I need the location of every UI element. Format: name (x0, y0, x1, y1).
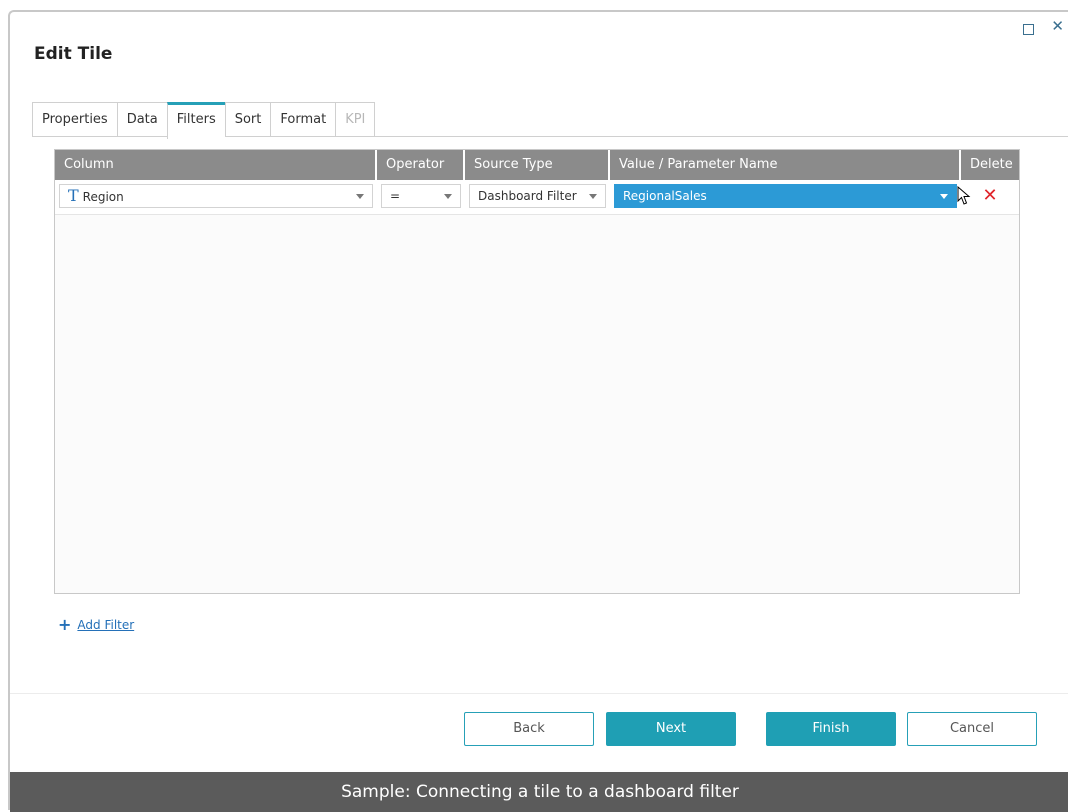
filters-grid: Column Operator Source Type Value / Para… (54, 149, 1020, 594)
close-icon[interactable]: ✕ (1051, 17, 1064, 35)
header-column: Column (55, 150, 377, 180)
tab-kpi: KPI (335, 102, 376, 136)
tab-format[interactable]: Format (270, 102, 336, 136)
delete-icon[interactable]: ✕ (965, 184, 1015, 208)
add-filter-label: Add Filter (77, 617, 135, 632)
operator-value: = (390, 189, 401, 203)
tab-bar: Properties Data Filters Sort Format KPI (32, 102, 376, 139)
dialog-title: Edit Tile (34, 44, 113, 64)
maximize-icon[interactable] (1023, 24, 1034, 35)
table-row: T Region = Dashboard Filter RegionalSales (55, 180, 1019, 215)
chevron-down-icon (356, 194, 364, 199)
value-dropdown[interactable]: RegionalSales (614, 184, 957, 208)
caption-banner: Sample: Connecting a tile to a dashboard… (10, 772, 1068, 812)
header-source-type: Source Type (465, 150, 610, 180)
footer-divider (10, 693, 1068, 694)
grid-header: Column Operator Source Type Value / Para… (55, 150, 1019, 180)
operator-dropdown[interactable]: = (381, 184, 461, 208)
add-filter-link[interactable]: + Add Filter (58, 615, 134, 634)
tab-data[interactable]: Data (116, 102, 167, 136)
chevron-down-icon (940, 194, 948, 199)
back-button[interactable]: Back (464, 712, 594, 746)
text-type-icon: T (68, 186, 79, 205)
chevron-down-icon (589, 194, 597, 199)
tab-properties[interactable]: Properties (32, 102, 117, 136)
tab-filters[interactable]: Filters (166, 102, 225, 139)
column-value: Region (82, 190, 124, 204)
chevron-down-icon (444, 194, 452, 199)
tab-sort[interactable]: Sort (224, 102, 271, 136)
source-type-value: Dashboard Filter (478, 189, 577, 203)
cancel-button[interactable]: Cancel (907, 712, 1037, 746)
edit-tile-dialog: ✕ Edit Tile Properties Data Filters Sort… (8, 10, 1068, 812)
column-dropdown[interactable]: T Region (59, 184, 373, 208)
header-value: Value / Parameter Name (610, 150, 961, 180)
header-delete: Delete (970, 157, 1013, 172)
plus-icon: + (58, 615, 72, 634)
finish-button[interactable]: Finish (766, 712, 896, 746)
value-value: RegionalSales (623, 189, 707, 203)
source-type-dropdown[interactable]: Dashboard Filter (469, 184, 606, 208)
header-operator: Operator (377, 150, 465, 180)
next-button[interactable]: Next (606, 712, 736, 746)
